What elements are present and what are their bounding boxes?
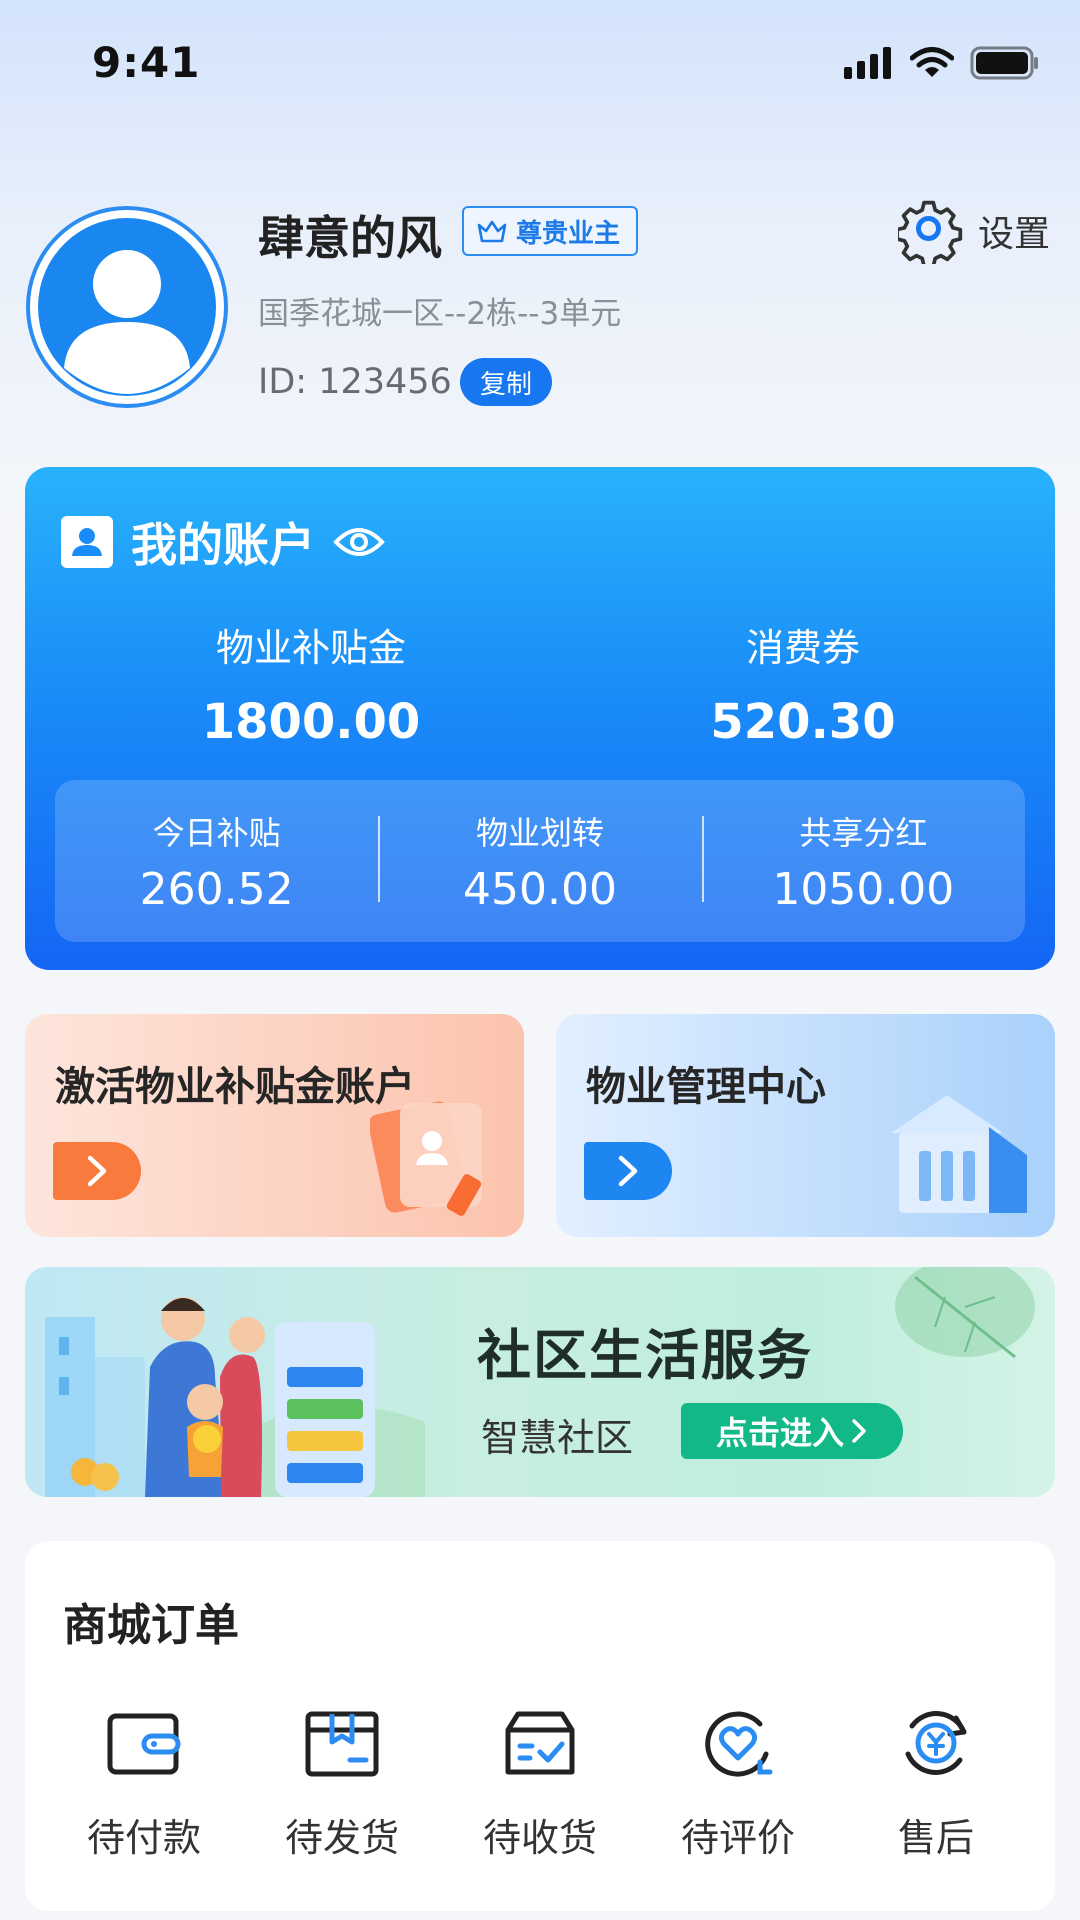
order-label: 售后 [897, 1816, 974, 1860]
stat-today-subsidy[interactable]: 今日补贴 260.52 [55, 808, 378, 915]
wifi-icon [910, 47, 954, 77]
account-card: 我的账户 物业补贴金 1800.00 消费券 520.30 今日补贴 260.5… [25, 467, 1055, 970]
family-illustration [45, 1297, 425, 1497]
status-icons [844, 46, 1040, 80]
id-card-icon [370, 1101, 482, 1216]
order-label: 待发货 [284, 1816, 399, 1860]
banner-subtitle: 智慧社区 [481, 1416, 634, 1460]
mall-orders-card: 商城订单 待付款 待发货 待收货 待评价 售后 [25, 1541, 1055, 1911]
status-bar: 9:41 [0, 0, 1080, 130]
refund-icon [905, 1711, 967, 1775]
vip-badge: 尊贵业主 [462, 206, 639, 256]
order-pending-receipt[interactable]: 待收货 [441, 1703, 639, 1862]
voucher-summary[interactable]: 消费券 520.30 [603, 617, 1003, 750]
chevron-right-icon [87, 1155, 107, 1187]
receive-icon [505, 1711, 575, 1775]
copy-id-button[interactable]: 复制 [460, 358, 552, 406]
heart-review-icon [705, 1711, 773, 1777]
order-pending-shipment[interactable]: 待发货 [243, 1703, 441, 1862]
user-silhouette-icon [64, 250, 190, 394]
stat-label: 今日补贴 [152, 813, 281, 852]
mall-orders-title: 商城订单 [63, 1600, 239, 1651]
user-name: 肆意的风 [258, 211, 442, 265]
chevron-right-icon [852, 1419, 866, 1443]
leaf-decoration [895, 1267, 1035, 1359]
subsidy-label: 物业补贴金 [215, 626, 406, 670]
banner-title: 社区生活服务 [477, 1324, 813, 1387]
order-label: 待付款 [86, 1816, 201, 1860]
order-pending-review[interactable]: 待评价 [639, 1703, 837, 1862]
stat-shared-dividend[interactable]: 共享分红 1050.00 [701, 808, 1025, 915]
status-time: 9:41 [92, 38, 201, 87]
property-center-card[interactable]: 物业管理中心 [556, 1014, 1055, 1237]
voucher-value: 520.30 [710, 694, 896, 750]
chevron-right-icon [618, 1155, 638, 1187]
property-center-arrow-button[interactable] [584, 1142, 672, 1200]
stat-label: 共享分红 [799, 813, 928, 852]
activate-arrow-button[interactable] [53, 1142, 141, 1200]
subsidy-summary[interactable]: 物业补贴金 1800.00 [111, 617, 511, 750]
order-label: 待评价 [680, 1816, 795, 1860]
signal-icon [844, 47, 891, 79]
account-title: 我的账户 [131, 518, 315, 572]
settings-label: 设置 [977, 214, 1050, 255]
settings-button[interactable]: 设置 [897, 198, 1050, 264]
stat-value: 1050.00 [772, 863, 955, 915]
order-after-sales[interactable]: 售后 [837, 1703, 1035, 1862]
stat-property-transfer[interactable]: 物业划转 450.00 [378, 808, 701, 915]
gear-icon [897, 200, 963, 264]
address: 国季花城一区--2栋--3单元 [258, 296, 622, 332]
crown-icon [477, 220, 507, 243]
wallet-icon [107, 1713, 181, 1775]
stat-value: 260.52 [139, 863, 294, 915]
avatar-image [38, 218, 216, 396]
order-status-row: 待付款 待发货 待收货 待评价 售后 [25, 1703, 1055, 1862]
account-header: 我的账户 [61, 509, 385, 575]
community-banner[interactable]: 社区生活服务 智慧社区 点击进入 [25, 1267, 1055, 1497]
account-stats: 今日补贴 260.52 物业划转 450.00 共享分红 1050.00 [55, 780, 1025, 942]
vip-badge-label: 尊贵业主 [516, 218, 621, 249]
activate-account-title: 激活物业补贴金账户 [55, 1064, 415, 1110]
property-center-title: 物业管理中心 [586, 1064, 826, 1110]
banner-enter-button[interactable]: 点击进入 [681, 1403, 903, 1459]
box-icon [305, 1711, 379, 1777]
building-icon [891, 1095, 1027, 1213]
battery-icon [970, 46, 1038, 80]
account-icon [61, 516, 113, 568]
avatar[interactable] [26, 206, 228, 408]
stat-value: 450.00 [463, 863, 617, 915]
subsidy-value: 1800.00 [201, 694, 421, 750]
activate-account-card[interactable]: 激活物业补贴金账户 [25, 1014, 524, 1237]
voucher-label: 消费券 [745, 626, 860, 670]
order-label: 待收货 [482, 1816, 597, 1860]
eye-icon[interactable] [333, 524, 385, 560]
stat-label: 物业划转 [475, 813, 604, 852]
banner-enter-label: 点击进入 [715, 1414, 844, 1452]
order-pending-payment[interactable]: 待付款 [45, 1703, 243, 1862]
user-id: ID: 123456 [258, 362, 452, 402]
